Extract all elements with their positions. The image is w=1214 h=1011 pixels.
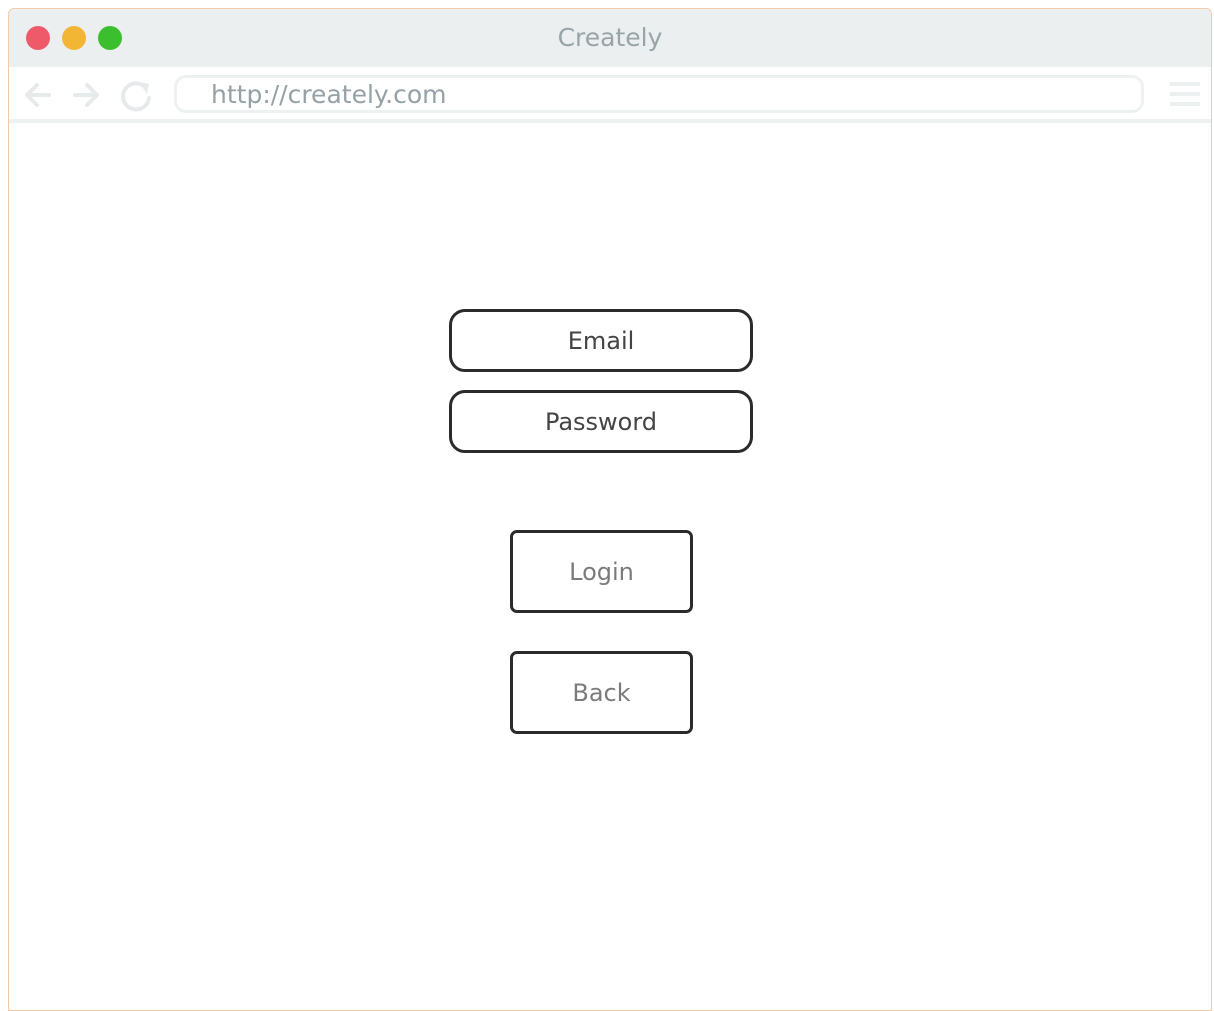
back-button-label: Back bbox=[572, 678, 631, 707]
password-field[interactable]: Password bbox=[449, 390, 753, 453]
login-button-label: Login bbox=[569, 557, 634, 586]
hamburger-menu-icon[interactable] bbox=[1169, 78, 1201, 110]
url-text: http://creately.com bbox=[211, 80, 447, 109]
browser-window: Creately http://creately.com Email Passw… bbox=[8, 8, 1212, 1011]
email-field[interactable]: Email bbox=[449, 309, 753, 372]
forward-arrow-icon[interactable] bbox=[67, 76, 105, 114]
password-field-label: Password bbox=[544, 407, 658, 436]
navigation-bar: http://creately.com bbox=[9, 67, 1211, 123]
email-field-label: Email bbox=[567, 326, 635, 355]
back-button[interactable]: Back bbox=[510, 651, 693, 734]
title-bar: Creately bbox=[9, 9, 1211, 67]
window-title: Creately bbox=[557, 23, 663, 52]
reload-icon[interactable] bbox=[117, 76, 155, 114]
back-arrow-icon[interactable] bbox=[19, 76, 57, 114]
login-button[interactable]: Login bbox=[510, 530, 693, 613]
address-bar[interactable]: http://creately.com bbox=[174, 75, 1144, 113]
